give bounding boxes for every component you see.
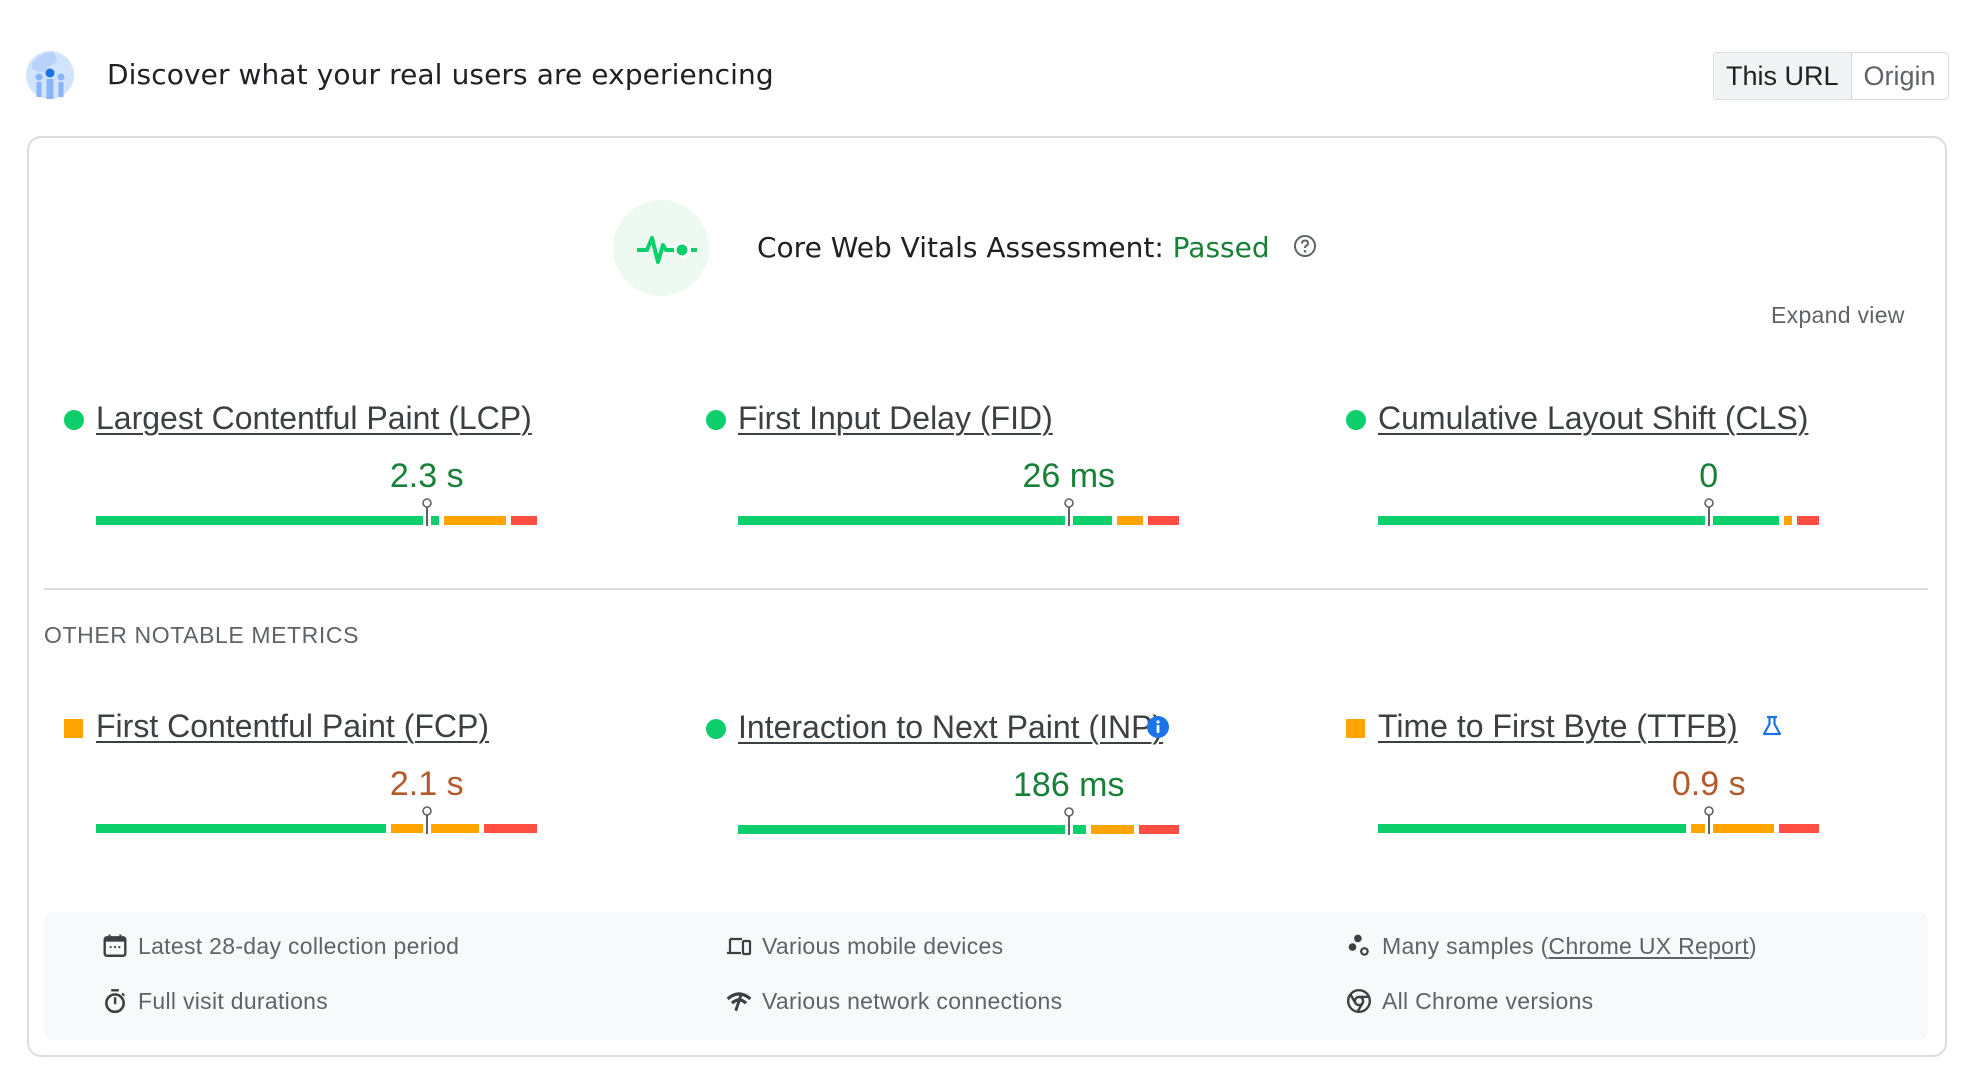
- footer-collection-period: Latest 28-day collection period: [102, 931, 459, 961]
- assessment-heading: Core Web Vitals Assessment: Passed: [757, 228, 1317, 268]
- needs-improvement-square-icon: [64, 719, 83, 738]
- metric-name-link[interactable]: Largest Contentful Paint (LCP): [96, 396, 532, 440]
- metric-fcp: First Contentful Paint (FCP) 2.1 s: [64, 704, 624, 844]
- metric-value: 2.1 s: [389, 765, 464, 803]
- page-title: Discover what your real users are experi…: [107, 58, 774, 91]
- poor-segment: [1779, 824, 1819, 833]
- metric-name-link[interactable]: First Input Delay (FID): [738, 396, 1053, 440]
- p75-marker-icon: [1703, 806, 1715, 836]
- samples-icon: [1348, 934, 1369, 956]
- needs-improvement-segment: [1783, 516, 1792, 525]
- p75-marker-icon: [1063, 807, 1075, 837]
- p75-marker-icon: [1703, 498, 1715, 528]
- chrome-icon: [1346, 988, 1372, 1014]
- other-metrics-heading: OTHER NOTABLE METRICS: [44, 622, 360, 648]
- distribution-bar: [738, 807, 1179, 835]
- distribution-bar: [738, 498, 1179, 526]
- calendar-icon: [103, 934, 127, 957]
- assessment-label: Core Web Vitals Assessment:: [757, 231, 1164, 264]
- metric-value: 26 ms: [1022, 457, 1116, 495]
- poor-segment: [510, 516, 537, 525]
- poor-segment: [484, 824, 537, 833]
- experimental-flask-icon[interactable]: [1760, 714, 1784, 743]
- footer-chrome-versions: All Chrome versions: [1346, 986, 1594, 1016]
- needs-improvement-segment: [391, 824, 480, 833]
- needs-improvement-segment: [444, 516, 506, 525]
- stopwatch-icon: [105, 989, 125, 1014]
- good-segment: [96, 516, 440, 525]
- metric-value: 186 ms: [1013, 766, 1125, 804]
- footer-network: Various network connections: [726, 986, 1062, 1016]
- metric-value: 2.3 s: [389, 457, 464, 495]
- devices-icon: [727, 937, 752, 956]
- origin-toggle[interactable]: Origin: [1852, 53, 1948, 99]
- assessment-status: Passed: [1172, 231, 1270, 264]
- good-status-dot-icon: [1346, 410, 1366, 430]
- info-icon[interactable]: [1146, 715, 1170, 744]
- good-status-dot-icon: [706, 410, 726, 430]
- p75-marker-icon: [1063, 498, 1075, 528]
- metric-value: 0: [1699, 457, 1719, 495]
- good-status-dot-icon: [64, 410, 84, 430]
- this-url-toggle[interactable]: This URL: [1714, 53, 1852, 99]
- needs-improvement-square-icon: [1346, 719, 1365, 738]
- scope-toggle: This URL Origin: [1713, 52, 1949, 100]
- p75-marker-icon: [421, 806, 433, 836]
- metric-name-link[interactable]: First Contentful Paint (FCP): [96, 704, 489, 748]
- distribution-bar: [96, 498, 537, 526]
- good-segment: [96, 824, 387, 833]
- good-segment: [1378, 824, 1687, 833]
- footer-samples: Many samples (Chrome UX Report): [1346, 931, 1757, 961]
- poor-segment: [1148, 516, 1179, 525]
- metric-ttfb: Time to First Byte (TTFB) 0.9 s: [1346, 704, 1906, 844]
- poor-segment: [1139, 825, 1179, 834]
- metric-lcp: Largest Contentful Paint (LCP) 2.3 s: [64, 396, 624, 536]
- good-segment: [738, 516, 1113, 525]
- metric-name-link[interactable]: Interaction to Next Paint (INP): [738, 705, 1163, 749]
- crux-users-globe-icon: [26, 51, 74, 99]
- footer-devices: Various mobile devices: [726, 931, 1003, 961]
- footer-text: Various network connections: [762, 987, 1063, 1014]
- distribution-bar: [1378, 498, 1819, 526]
- help-circle-icon[interactable]: [1293, 234, 1317, 258]
- metric-name-link[interactable]: Cumulative Layout Shift (CLS): [1378, 396, 1808, 440]
- vitals-pulse-icon: [613, 200, 709, 296]
- needs-improvement-segment: [1090, 825, 1135, 834]
- section-divider: [44, 588, 1928, 590]
- metric-cls: Cumulative Layout Shift (CLS) 0: [1346, 396, 1906, 536]
- good-segment: [1378, 516, 1779, 525]
- chrome-ux-report-link[interactable]: Chrome UX Report: [1549, 933, 1749, 960]
- data-source-footer: Latest 28-day collection period Various …: [44, 912, 1928, 1040]
- footer-text: Many samples (: [1382, 932, 1549, 959]
- distribution-bar: [1378, 806, 1819, 834]
- network-icon: [726, 992, 752, 1012]
- metric-name-link[interactable]: Time to First Byte (TTFB): [1378, 704, 1738, 748]
- expand-view-link[interactable]: Expand view: [1771, 302, 1905, 329]
- good-status-dot-icon: [706, 719, 726, 739]
- poor-segment: [1796, 516, 1819, 525]
- footer-text: ): [1748, 932, 1757, 959]
- footer-text: Full visit durations: [138, 987, 329, 1014]
- metric-inp: Interaction to Next Paint (INP) 186 ms: [706, 705, 1266, 845]
- metric-fid: First Input Delay (FID) 26 ms: [706, 396, 1266, 536]
- footer-visit-durations: Full visit durations: [102, 986, 328, 1016]
- distribution-bar: [96, 806, 537, 834]
- footer-text: Latest 28-day collection period: [138, 932, 460, 959]
- needs-improvement-segment: [1117, 516, 1144, 525]
- page-header: Discover what your real users are experi…: [0, 0, 1970, 140]
- footer-text: All Chrome versions: [1382, 987, 1594, 1014]
- metric-value: 0.9 s: [1671, 765, 1746, 803]
- good-segment: [738, 825, 1086, 834]
- footer-text: Various mobile devices: [762, 932, 1004, 959]
- p75-marker-icon: [421, 498, 433, 528]
